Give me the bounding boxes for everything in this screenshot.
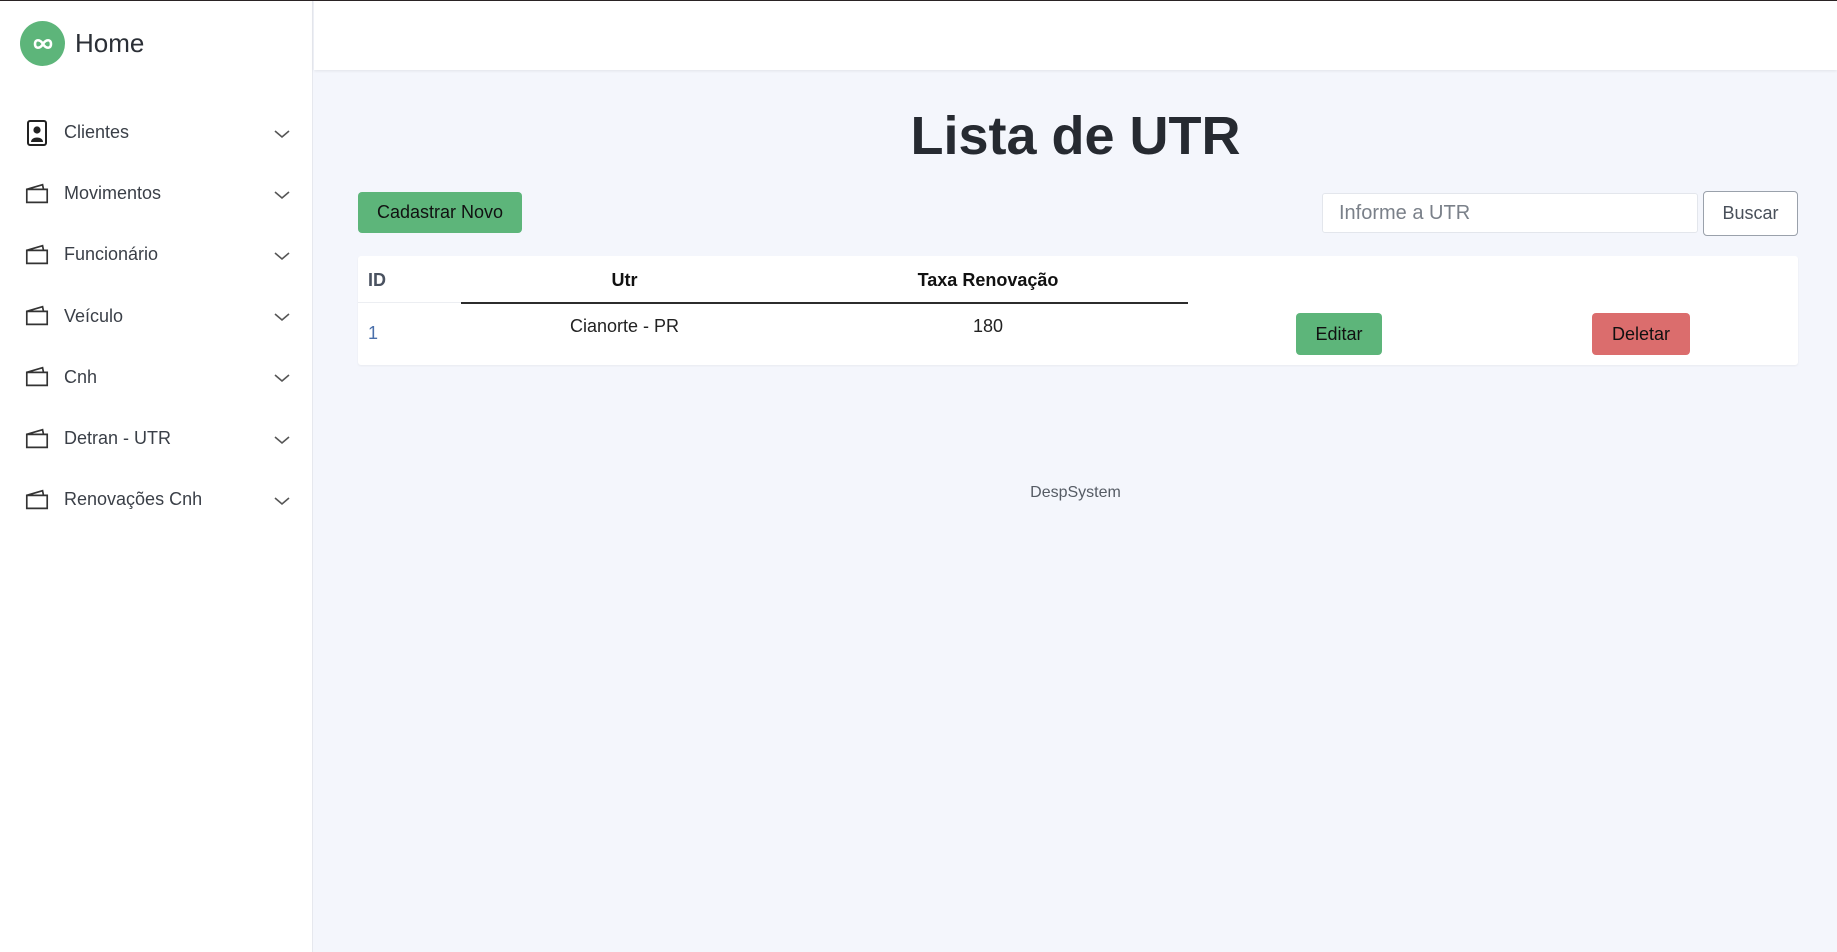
cell-utr: Cianorte - PR (569, 316, 680, 336)
sidebar-item-renovacoes-cnh[interactable]: Renovações Cnh (0, 469, 313, 530)
window-top-border (0, 0, 1837, 1)
search-utr-input[interactable] (1322, 193, 1698, 233)
main-content: Lista de UTR Cadastrar Novo Buscar ID Ut… (314, 70, 1837, 952)
brand-home-link[interactable]: Home (20, 21, 144, 66)
wallet-icon (24, 364, 50, 390)
sidebar-nav: Clientes Movimentos Funcionário Veículo … (0, 102, 313, 530)
wallet-icon (24, 181, 50, 207)
cell-taxa: 180 (972, 316, 1004, 336)
header-divider (461, 302, 1188, 304)
sidebar-item-funcionario[interactable]: Funcionário (0, 224, 313, 285)
cell-id: 1 (368, 323, 379, 343)
sidebar-item-label: Veículo (64, 305, 124, 326)
sidebar-item-label: Detran - UTR (64, 428, 172, 449)
contact-card-icon (24, 119, 50, 146)
wallet-icon (24, 426, 50, 452)
sidebar-item-label: Cnh (64, 366, 98, 387)
chevron-down-icon[interactable] (273, 249, 291, 261)
editar-button[interactable]: Editar (1296, 313, 1382, 355)
sidebar-item-label: Funcionário (64, 244, 159, 265)
sidebar-item-detran-utr[interactable]: Detran - UTR (0, 408, 313, 469)
page-title: Lista de UTR (910, 106, 1241, 166)
top-header (314, 0, 1837, 70)
wallet-icon (24, 303, 50, 329)
sidebar-item-clientes[interactable]: Clientes (0, 102, 313, 163)
chevron-down-icon[interactable] (273, 188, 291, 200)
wallet-icon (24, 487, 50, 513)
brand-title: Home (75, 28, 145, 58)
footer-brand: DespSystem (1030, 484, 1121, 501)
deletar-button[interactable]: Deletar (1592, 313, 1690, 355)
sidebar-item-label: Clientes (64, 122, 130, 143)
column-header-taxa: Taxa Renovação (917, 270, 1059, 290)
sidebar: Home Clientes Movimentos Funcionário Veí… (0, 0, 313, 952)
chevron-down-icon[interactable] (273, 433, 291, 445)
cadastrar-novo-button[interactable]: Cadastrar Novo (358, 192, 522, 233)
sidebar-item-label: Movimentos (64, 183, 162, 204)
chevron-down-icon[interactable] (273, 310, 291, 322)
chevron-down-icon[interactable] (273, 371, 291, 383)
utr-table: ID Utr Taxa Renovação 1 Cianorte - PR 18… (358, 256, 1798, 365)
chevron-down-icon[interactable] (273, 127, 291, 139)
sidebar-item-cnh[interactable]: Cnh (0, 347, 313, 408)
chevron-down-icon[interactable] (273, 494, 291, 506)
buscar-button[interactable]: Buscar (1703, 191, 1798, 236)
column-header-id: ID (368, 270, 386, 290)
column-header-utr: Utr (611, 270, 638, 290)
wallet-icon (24, 242, 50, 268)
sidebar-item-label: Renovações Cnh (64, 489, 203, 510)
sidebar-item-movimentos[interactable]: Movimentos (0, 163, 313, 224)
divider (358, 302, 461, 303)
infinity-icon (20, 21, 65, 66)
sidebar-item-veiculo[interactable]: Veículo (0, 286, 313, 347)
